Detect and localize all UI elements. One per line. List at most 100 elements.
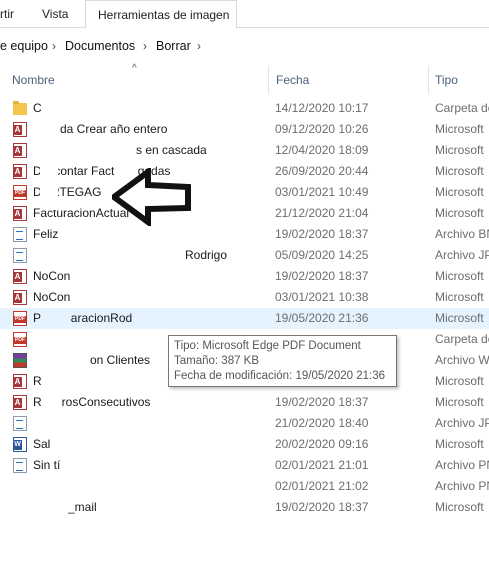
tooltip-size: Tamaño: 387 KB <box>174 355 260 367</box>
file-row[interactable]: C 14/12/2020 10:17 Carpeta de <box>0 98 489 119</box>
tooltip-modified: Fecha de modificación: 19/05/2020 21:36 <box>174 370 385 382</box>
file-date: 03/01/2021 10:38 <box>275 290 369 304</box>
file-date: 12/04/2020 18:09 <box>275 143 369 157</box>
file-row[interactable]: Sin tí 02/01/2021 21:01 Archivo PN <box>0 455 489 476</box>
file-type: Microsoft <box>435 374 484 388</box>
word-file-icon <box>13 437 27 452</box>
ribbon-tab-herramientas-imagen[interactable]: Herramientas de imagen <box>85 0 237 29</box>
file-type: Microsoft <box>435 290 484 304</box>
file-date: 19/02/2020 18:37 <box>275 500 369 514</box>
redaction-patch <box>40 126 58 210</box>
file-row[interactable]: NoCon 19/02/2020 18:37 Microsoft <box>0 266 489 287</box>
file-name <box>33 413 268 434</box>
file-date: 19/02/2020 18:37 <box>275 227 369 241</box>
file-date: 19/05/2020 21:36 <box>275 311 369 325</box>
access-file-icon <box>13 269 27 284</box>
file-date: 03/01/2021 10:49 <box>275 185 369 199</box>
file-row[interactable]: 21/02/2020 18:40 Archivo JP <box>0 413 489 434</box>
file-type: Archivo JP <box>435 248 489 262</box>
file-date: 19/02/2020 18:37 <box>275 395 369 409</box>
file-name: R rosConsecutivos <box>33 395 151 409</box>
tooltip-type: Tipo: Microsoft Edge PDF Document <box>174 340 361 352</box>
file-row[interactable]: da Crear año entero 09/12/2020 10:26 Mic… <box>0 119 489 140</box>
pdf-file-icon <box>13 332 27 347</box>
file-row[interactable]: Sal 20/02/2020 09:16 Microsoft <box>0 434 489 455</box>
chevron-right-icon[interactable]: › <box>52 34 56 58</box>
file-row[interactable]: Rodrigo 05/09/2020 14:25 Archivo JP <box>0 245 489 266</box>
column-tipo[interactable]: Tipo <box>435 66 458 94</box>
access-file-icon <box>13 290 27 305</box>
file-type: Microsoft <box>435 122 484 136</box>
sort-ascending-icon: ^ <box>132 63 137 74</box>
file-date: 05/09/2020 14:25 <box>275 248 369 262</box>
image-file-icon <box>13 416 27 431</box>
file-date: 21/12/2020 21:04 <box>275 206 369 220</box>
access-file-icon <box>13 395 27 410</box>
pdf-file-icon <box>13 185 27 200</box>
archive-file-icon <box>13 353 27 368</box>
file-type: Microsoft <box>435 395 484 409</box>
access-file-icon <box>13 122 27 137</box>
file-row[interactable]: _mail 19/02/2020 18:37 Microsoft <box>0 497 489 518</box>
file-row[interactable]: FacturacionActual 21/12/2020 21:04 Micro… <box>0 203 489 224</box>
file-row[interactable]: DORTEGAG 03/01/2021 10:49 Microsoft <box>0 182 489 203</box>
arrow-left-icon <box>112 168 191 226</box>
file-type: Carpeta de <box>435 332 489 346</box>
file-tooltip: Tipo: Microsoft Edge PDF Document Tamaño… <box>168 335 397 387</box>
breadcrumb-item-equipo[interactable]: e equipo <box>0 34 48 58</box>
file-row[interactable]: NoCon 03/01/2021 10:38 Microsoft <box>0 287 489 308</box>
chevron-right-icon[interactable]: › <box>143 34 147 58</box>
file-type: Archivo PN <box>435 458 489 472</box>
file-date: 14/12/2020 10:17 <box>275 101 369 115</box>
file-name: Sin tí <box>33 458 61 472</box>
file-date: 26/09/2020 20:44 <box>275 164 369 178</box>
file-date: 09/12/2020 10:26 <box>275 122 369 136</box>
file-date: 21/02/2020 18:40 <box>275 416 369 430</box>
file-row[interactable]: Feliz 19/02/2020 18:37 Archivo BN <box>0 224 489 245</box>
breadcrumb-item-documentos[interactable]: Documentos <box>65 34 135 58</box>
breadcrumb-item-borrar[interactable]: Borrar <box>156 34 191 58</box>
file-type: Microsoft <box>435 269 484 283</box>
file-name: NoCon <box>33 269 71 283</box>
file-type: Microsoft <box>435 164 484 178</box>
document-icon <box>13 227 27 242</box>
file-name: da Crear año entero <box>60 122 168 136</box>
pdf-file-icon <box>13 311 27 326</box>
file-name: Sal <box>33 437 51 451</box>
column-divider[interactable] <box>428 66 429 94</box>
file-type: Microsoft <box>435 143 484 157</box>
file-row[interactable]: Descontar Fact gadas 26/09/2020 20:44 Mi… <box>0 161 489 182</box>
file-type: Microsoft <box>435 311 484 325</box>
image-file-icon <box>13 458 27 473</box>
ribbon-tab-compartir[interactable]: rtir <box>0 0 14 28</box>
file-name: _mail <box>68 500 97 514</box>
file-type: Carpeta de <box>435 101 489 115</box>
chevron-right-icon[interactable]: › <box>197 34 201 58</box>
redaction-patch <box>26 476 86 496</box>
access-file-icon <box>13 374 27 389</box>
column-nombre[interactable]: Nombre <box>12 66 55 94</box>
file-date: 02/01/2021 21:01 <box>275 458 369 472</box>
file-date: 02/01/2021 21:02 <box>275 479 369 493</box>
breadcrumb: e equipo › Documentos › Borrar › <box>0 34 489 58</box>
access-file-icon <box>13 206 27 221</box>
file-type: Archivo W <box>435 353 489 367</box>
file-type: Microsoft <box>435 500 484 514</box>
file-type: Microsoft <box>435 185 484 199</box>
file-row-selected[interactable]: P aracionRod 19/05/2020 21:36 Microsoft <box>0 308 489 329</box>
ribbon-tabs: rtir Vista Herramientas de imagen <box>0 0 489 29</box>
access-file-icon <box>13 164 27 179</box>
column-divider[interactable] <box>268 66 269 94</box>
file-type: Archivo PN <box>435 479 489 493</box>
file-date: 20/02/2020 09:16 <box>275 437 369 451</box>
file-name: C <box>33 101 42 115</box>
column-header: ^ Nombre Fecha Tipo <box>0 63 489 94</box>
file-row[interactable]: s en cascada 12/04/2020 18:09 Microsoft <box>0 140 489 161</box>
file-type: Microsoft <box>435 437 484 451</box>
file-row[interactable]: R rosConsecutivos 19/02/2020 18:37 Micro… <box>0 392 489 413</box>
folder-icon <box>13 101 27 115</box>
file-name: P aracionRod <box>33 311 133 325</box>
column-fecha[interactable]: Fecha <box>276 66 309 94</box>
ribbon-tab-vista[interactable]: Vista <box>42 0 68 28</box>
file-name: Feliz <box>33 227 59 241</box>
